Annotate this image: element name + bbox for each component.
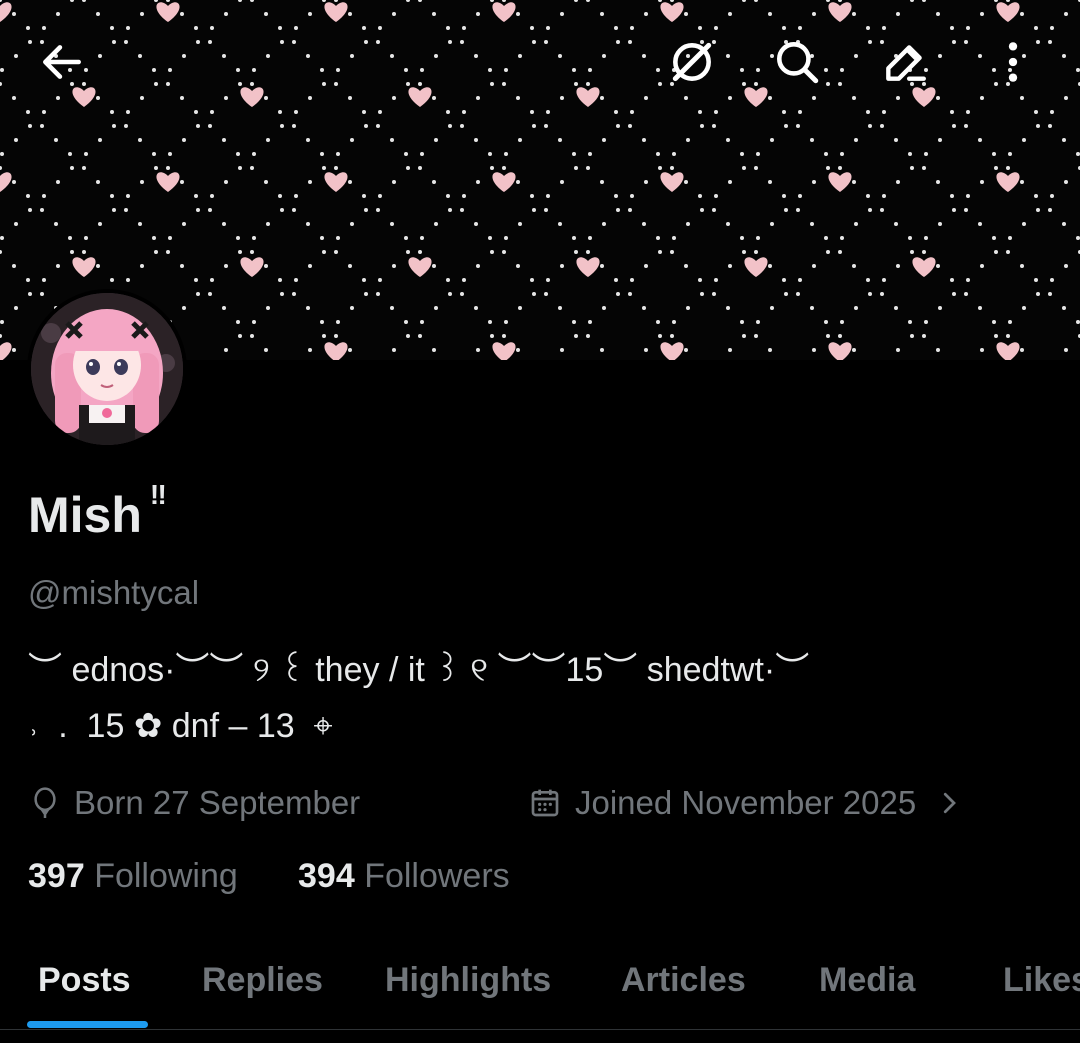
- name-badge: ‼: [149, 479, 167, 511]
- chevron-right-icon: [944, 792, 957, 814]
- edit-button[interactable]: [865, 22, 945, 102]
- bio-line-1: ︶ ednos·︶︶ ୨ ꒰ they / it ꒱ ୧ ︶︶15︶ shedt…: [28, 651, 810, 689]
- display-name: Mish ‼: [28, 479, 167, 544]
- following-link[interactable]: 397 Following: [28, 857, 238, 896]
- joined-text: Joined November 2025: [575, 784, 917, 821]
- tab-articles[interactable]: Articles: [621, 961, 746, 1000]
- search-button[interactable]: [757, 22, 837, 102]
- tab-highlights[interactable]: Highlights: [385, 961, 551, 1000]
- avatar[interactable]: [27, 289, 187, 449]
- more-button[interactable]: [973, 22, 1053, 102]
- back-arrow-icon: [43, 45, 81, 79]
- top-bar: [0, 0, 1080, 124]
- joined-item[interactable]: Joined November 2025: [529, 784, 964, 822]
- more-vertical-icon: [1008, 42, 1018, 82]
- active-tab-indicator: [27, 1021, 148, 1028]
- birthday-item: Born 27 September: [30, 784, 360, 822]
- avatar-illustration: [31, 293, 183, 445]
- following-count: 397: [28, 857, 85, 895]
- birthday-text: Born 27 September: [74, 784, 361, 821]
- profile-tabs: Posts Replies Highlights Articles Media …: [0, 935, 1080, 1030]
- tab-replies[interactable]: Replies: [202, 961, 323, 1000]
- tab-media[interactable]: Media: [819, 961, 915, 1000]
- bio-line-2: ˒ . 15 ✿ dnf – 13 ⌖: [28, 707, 333, 745]
- tabs-divider: [0, 1029, 1080, 1030]
- back-button[interactable]: [22, 22, 102, 102]
- followers-count: 394: [298, 857, 355, 895]
- tab-likes[interactable]: Likes: [1003, 961, 1080, 1000]
- followers-link[interactable]: 394 Followers: [298, 857, 510, 896]
- followers-label: Followers: [364, 857, 510, 895]
- handle: @mishtycal: [28, 574, 200, 611]
- grok-icon: [672, 42, 712, 82]
- calendar-icon: [531, 789, 559, 817]
- display-name-text: Mish: [28, 487, 142, 543]
- grok-button[interactable]: [652, 22, 732, 102]
- following-label: Following: [94, 857, 238, 895]
- balloon-icon: [34, 787, 56, 818]
- search-icon: [777, 42, 819, 84]
- tab-posts[interactable]: Posts: [38, 961, 131, 1000]
- edit-icon: [886, 45, 926, 81]
